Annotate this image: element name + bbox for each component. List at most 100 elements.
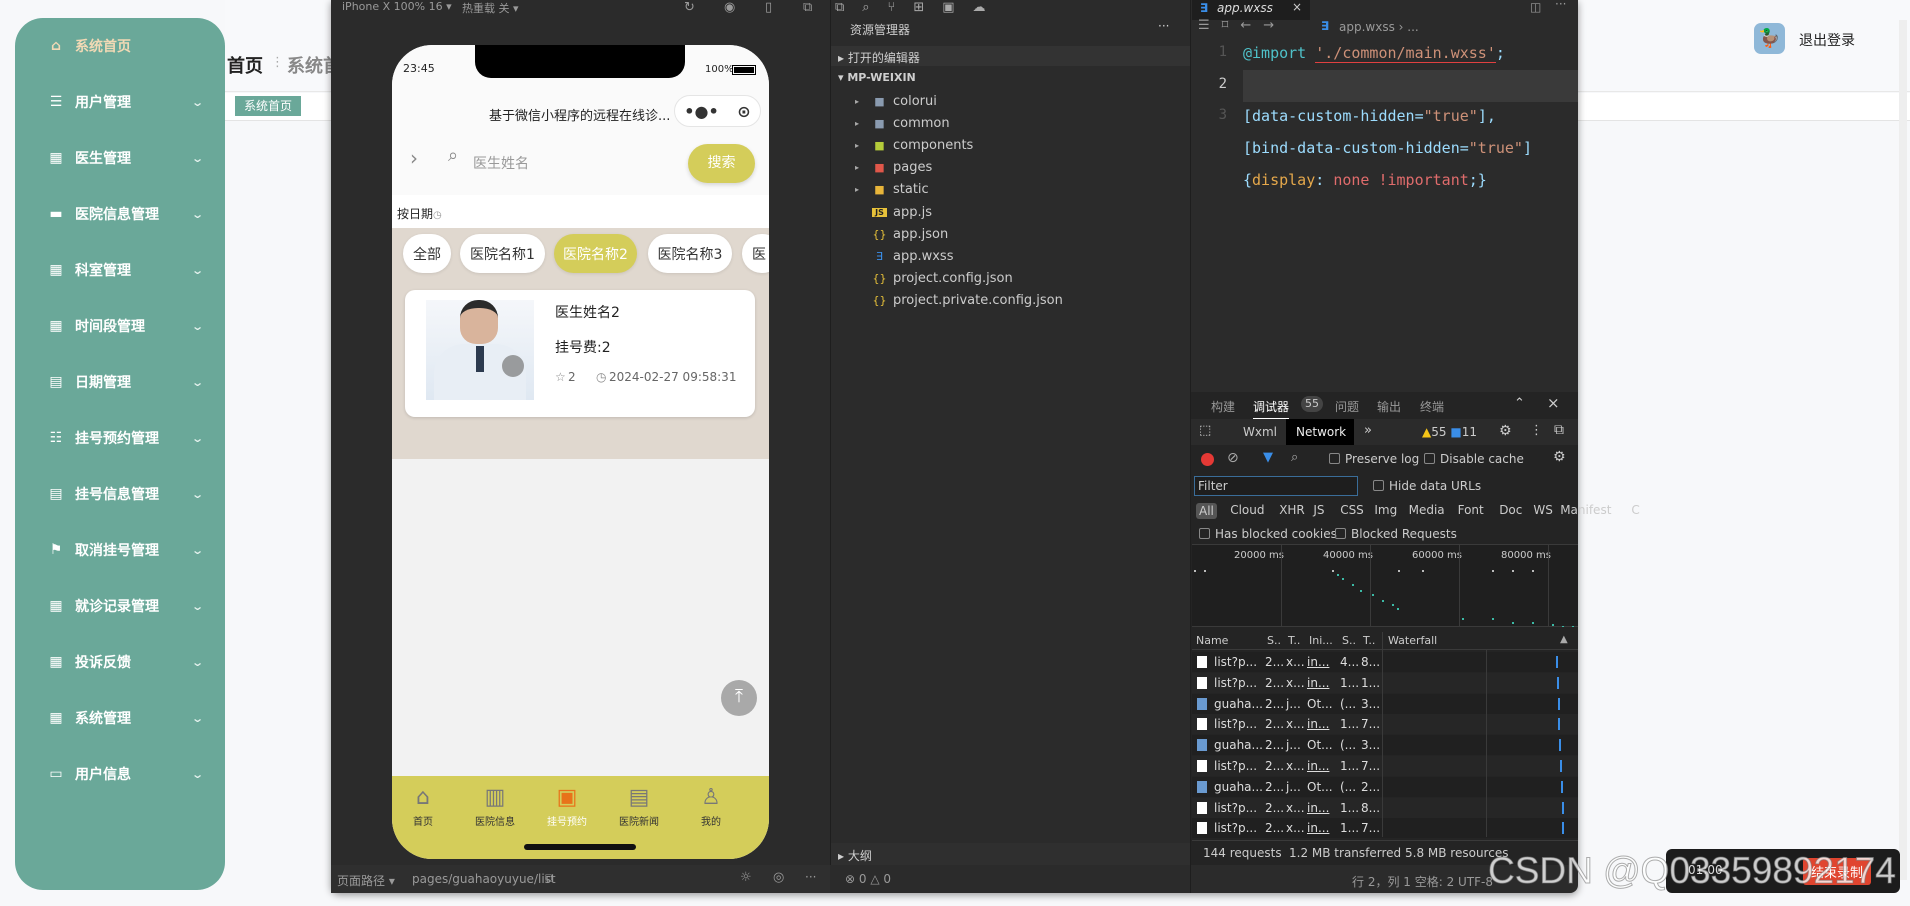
logout-button[interactable]: 退出登录 bbox=[1799, 30, 1855, 50]
column-header[interactable]: S.. bbox=[1267, 634, 1281, 647]
open-editors-section[interactable]: ▸ 打开的编辑器 bbox=[838, 49, 920, 66]
settings-icon[interactable]: ⚙ bbox=[1499, 423, 1512, 439]
code-line[interactable]: @import './common/main.wxss'; bbox=[1243, 44, 1505, 63]
sidebar-item[interactable]: ⚑ 取消挂号管理 ⌄ bbox=[15, 530, 225, 570]
sidebar-item[interactable]: ▦ 就诊记录管理 ⌄ bbox=[15, 586, 225, 626]
column-header[interactable]: Waterfall bbox=[1388, 634, 1437, 647]
column-header[interactable]: Name bbox=[1196, 634, 1228, 647]
sidebar-item[interactable]: ☷ 挂号预约管理 ⌄ bbox=[15, 418, 225, 458]
more-icon[interactable]: ··· bbox=[1555, 0, 1566, 11]
more-panels-icon[interactable]: » bbox=[1364, 423, 1372, 438]
editor-nav-icons[interactable]: ☰⌑←→ bbox=[1198, 18, 1286, 33]
inspect-icon[interactable]: ⬚ bbox=[1199, 423, 1211, 438]
more-icon[interactable]: ··· bbox=[805, 870, 816, 884]
hospital-filter-chip[interactable]: 医院名称2 bbox=[554, 234, 637, 273]
column-header[interactable]: S.. bbox=[1342, 634, 1356, 647]
panel-tab-wxml[interactable]: Wxml bbox=[1243, 425, 1277, 439]
devtools-tab[interactable]: 构建 bbox=[1211, 398, 1235, 415]
close-tab-icon[interactable]: × bbox=[1292, 0, 1302, 14]
chevron-right-icon[interactable]: › bbox=[410, 146, 418, 170]
doctor-card[interactable]: 医生姓名2 挂号费:2 ☆ 2 ◷ 2024-02-27 09:58:31 bbox=[405, 290, 755, 417]
hospital-filter-chip[interactable]: 全部 bbox=[403, 234, 451, 273]
sort-by-date[interactable]: 按日期◷ bbox=[397, 205, 442, 222]
sidebar-item[interactable]: ▦ 系统管理 ⌄ bbox=[15, 698, 225, 738]
tab-item[interactable]: ▤ 医院新闻 bbox=[604, 783, 674, 828]
editor-breadcrumb[interactable]: app.wxss › ... bbox=[1339, 20, 1419, 34]
type-filter[interactable]: Manifest bbox=[1560, 503, 1611, 517]
network-request-row[interactable]: guaha... 2... j... Ot... (... 2... bbox=[1192, 776, 1578, 797]
file-tree-item[interactable]: {} project.private.config.json bbox=[855, 291, 1063, 311]
network-request-row[interactable]: guaha... 2... j... Ot... (... 3... bbox=[1192, 735, 1578, 756]
kebab-icon[interactable]: ⋮ bbox=[1530, 423, 1543, 438]
type-filter[interactable]: Doc bbox=[1499, 503, 1522, 517]
search-button[interactable]: 搜索 bbox=[688, 144, 755, 183]
hide-data-urls-checkbox[interactable]: Hide data URLs bbox=[1373, 479, 1481, 493]
page-path-select[interactable]: 页面路径 ▾ bbox=[337, 872, 395, 889]
close-panel-icon[interactable]: × bbox=[1547, 394, 1560, 412]
page-scrollbar[interactable] bbox=[1899, 20, 1907, 880]
explorer-toolbar[interactable]: ⧉⌕⑂⊞▣☁ bbox=[835, 0, 1004, 15]
type-filter[interactable]: Media bbox=[1409, 503, 1445, 517]
split-editor-icon[interactable]: ◫ bbox=[1530, 0, 1541, 14]
devtools-tab[interactable]: 调试器 bbox=[1253, 398, 1290, 420]
row-cell[interactable]: Ot... bbox=[1307, 780, 1333, 794]
record-button[interactable] bbox=[1201, 453, 1214, 466]
type-filter[interactable]: XHR bbox=[1279, 503, 1305, 517]
row-cell[interactable]: Ot... bbox=[1307, 738, 1333, 752]
column-header[interactable]: T.. bbox=[1288, 634, 1300, 647]
code-line[interactable]: [bind-data-custom-hidden="true"] bbox=[1243, 139, 1532, 157]
hospital-filter-chip[interactable]: 医院名称1 bbox=[460, 234, 545, 273]
file-tree-item[interactable]: ▸ ■ common bbox=[855, 113, 950, 133]
filter-input[interactable]: Filter bbox=[1194, 476, 1358, 496]
eye-icon[interactable]: ◎ bbox=[773, 870, 784, 885]
network-request-row[interactable]: list?p... 2... x... in... 1... 8... bbox=[1192, 797, 1578, 818]
tab-item[interactable]: ▣ 挂号预约 bbox=[532, 783, 602, 828]
type-filter[interactable]: Font bbox=[1458, 503, 1484, 517]
type-filter[interactable]: CSS bbox=[1340, 503, 1364, 517]
sidebar-item[interactable]: ▭ 用户信息 ⌄ bbox=[15, 754, 225, 794]
window-icon[interactable]: ⧉ bbox=[803, 0, 812, 15]
hospital-filter-chip[interactable]: 医院名称3 bbox=[648, 234, 732, 273]
sidebar-item[interactable]: ▤ 日期管理 ⌄ bbox=[15, 362, 225, 402]
outline-section[interactable]: ▸ 大纲 bbox=[838, 847, 872, 864]
code-line[interactable]: {display: none !important;} bbox=[1243, 171, 1487, 189]
sidebar-item[interactable]: ▦ 时间段管理 ⌄ bbox=[15, 306, 225, 346]
devtools-tab[interactable]: 问题 bbox=[1335, 398, 1359, 415]
file-tree-item[interactable]: ▸ ■ components bbox=[855, 135, 973, 155]
row-cell[interactable]: Ot... bbox=[1307, 697, 1333, 711]
panel-tab-network[interactable]: Network bbox=[1286, 419, 1354, 445]
file-tree-item[interactable]: {} project.config.json bbox=[855, 269, 1013, 289]
explorer-more-icon[interactable]: ··· bbox=[1158, 19, 1169, 33]
row-cell[interactable]: in... bbox=[1307, 717, 1329, 731]
sidebar-item[interactable]: ☰ 用户管理 ⌄ bbox=[15, 82, 225, 122]
editor-tab[interactable]: ∃ app.wxss × bbox=[1192, 0, 1310, 20]
code-line[interactable]: [data-custom-hidden="true"], bbox=[1243, 107, 1496, 125]
phone-icon[interactable]: ▯ bbox=[765, 0, 772, 15]
column-header[interactable]: Ini... bbox=[1309, 634, 1333, 647]
preserve-log-checkbox[interactable]: Preserve log bbox=[1329, 452, 1419, 466]
sidebar-item[interactable]: ▤ 挂号信息管理 ⌄ bbox=[15, 474, 225, 514]
tag-system-home[interactable]: 系统首页 bbox=[235, 96, 302, 116]
bug-icon[interactable]: ☼ bbox=[740, 870, 752, 885]
type-filter[interactable]: JS bbox=[1313, 503, 1324, 517]
column-header[interactable]: T.. bbox=[1363, 634, 1375, 647]
tab-item[interactable]: ⌂ 首页 bbox=[392, 783, 458, 828]
disable-cache-checkbox[interactable]: Disable cache bbox=[1424, 452, 1524, 466]
warnings-count[interactable]: ▲55 ■11 bbox=[1422, 425, 1477, 439]
sort-icon[interactable]: ▲ bbox=[1560, 634, 1568, 645]
row-cell[interactable]: in... bbox=[1307, 801, 1329, 815]
avatar[interactable]: 🦆 bbox=[1754, 23, 1785, 54]
network-request-row[interactable]: list?p... 2... x... in... 4... 8... bbox=[1192, 652, 1578, 672]
devtools-tab[interactable]: 输出 bbox=[1377, 398, 1401, 415]
file-tree-item[interactable]: ▸ ■ pages bbox=[855, 158, 932, 178]
device-select[interactable]: iPhone X 100% 16 ▾ bbox=[342, 0, 452, 13]
back-to-top-button[interactable]: ⤒ bbox=[721, 680, 757, 716]
file-tree-item[interactable]: ▸ ■ static bbox=[855, 180, 929, 200]
blocked-requests-checkbox[interactable]: Blocked Requests bbox=[1335, 527, 1457, 541]
sidebar-item[interactable]: ⌂ 系统首页 bbox=[15, 26, 225, 66]
devtools-tab[interactable]: 终端 bbox=[1420, 398, 1444, 415]
row-cell[interactable]: in... bbox=[1307, 759, 1329, 773]
sidebar-item[interactable]: ▦ 医生管理 ⌄ bbox=[15, 138, 225, 178]
problems-count[interactable]: ⊗ 0 △ 0 bbox=[845, 872, 891, 886]
blocked-cookies-checkbox[interactable]: Has blocked cookies bbox=[1199, 527, 1337, 541]
